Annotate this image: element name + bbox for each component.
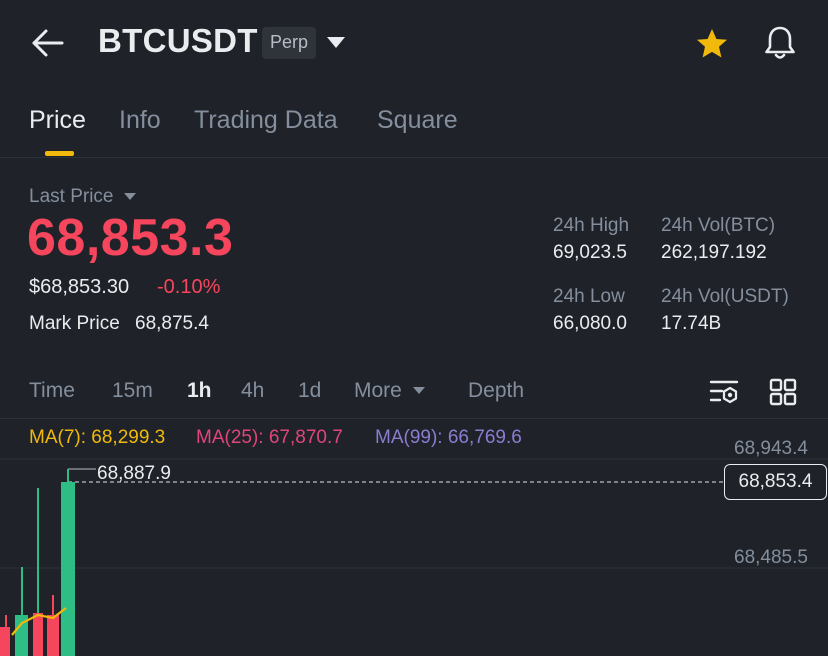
interval-15m[interactable]: 15m xyxy=(112,379,153,403)
caret-down-icon xyxy=(412,387,425,395)
candle-high-marker: 68,887.9 xyxy=(97,463,171,484)
tab-trading-data[interactable]: Trading Data xyxy=(194,106,338,135)
last-price-value: 68,853.3 xyxy=(27,209,234,267)
candle-bullish xyxy=(61,482,75,656)
interval-divider xyxy=(0,418,828,419)
tab-price[interactable]: Price xyxy=(29,106,86,135)
favorite-button[interactable] xyxy=(694,26,730,62)
interval-4h[interactable]: 4h xyxy=(241,379,264,403)
ma25-value: MA(25): 67,870.7 xyxy=(196,427,343,448)
arrow-left-icon xyxy=(32,29,64,57)
depth-chart-tab[interactable]: Depth xyxy=(468,379,524,403)
grid-icon xyxy=(769,378,797,406)
candle-bearish xyxy=(0,627,10,656)
caret-down-icon xyxy=(123,192,136,200)
ma99-value: MA(99): 66,769.6 xyxy=(375,427,522,448)
symbol-title[interactable]: BTCUSDT xyxy=(98,22,258,60)
active-tab-indicator xyxy=(45,151,74,156)
24h-high-label: 24h High xyxy=(553,215,630,236)
24h-low-label: 24h Low xyxy=(553,286,625,307)
24h-high-value: 69,023.5 xyxy=(553,242,627,263)
back-button[interactable] xyxy=(28,26,68,60)
24h-vol-btc-value: 262,197.192 xyxy=(661,242,767,263)
24h-vol-usdt-value: 17.74B xyxy=(661,313,722,334)
price-alert-button[interactable] xyxy=(762,24,798,62)
24h-vol-btc-label: 24h Vol(BTC) xyxy=(661,215,776,236)
24h-vol-usdt-label: 24h Vol(USDT) xyxy=(661,286,789,307)
interval-1d[interactable]: 1d xyxy=(298,379,321,403)
ma7-value: MA(7): 68,299.3 xyxy=(29,427,166,448)
candlestick-chart[interactable] xyxy=(0,455,828,656)
mark-price-value: 68,875.4 xyxy=(135,313,209,334)
candle-bearish xyxy=(47,615,59,656)
tabs-divider xyxy=(0,157,828,158)
24h-low-value: 66,080.0 xyxy=(553,313,627,334)
usd-price-value: $68,853.30 xyxy=(29,276,130,298)
caret-down-icon xyxy=(327,37,345,48)
mark-price-label: Mark Price xyxy=(29,313,120,334)
layout-toggle-button[interactable] xyxy=(768,377,798,407)
candle-bearish xyxy=(33,613,43,656)
interval-more-label: More xyxy=(354,379,402,402)
price-change-percent: -0.10% xyxy=(157,276,221,298)
tab-square[interactable]: Square xyxy=(377,106,458,135)
star-icon xyxy=(697,29,727,58)
tab-info[interactable]: Info xyxy=(119,106,161,135)
interval-more[interactable]: More xyxy=(354,379,426,403)
interval-1h[interactable]: 1h xyxy=(187,379,212,403)
last-price-label: Last Price xyxy=(29,186,114,207)
chart-settings-icon xyxy=(709,380,739,404)
symbol-dropdown-button[interactable] xyxy=(325,34,347,50)
current-price-tag: 68,853.4 xyxy=(724,464,827,500)
contract-type-badge: Perp xyxy=(262,27,317,59)
bell-icon xyxy=(765,26,795,59)
last-price-selector[interactable]: Last Price xyxy=(29,186,137,208)
indicator-settings-button[interactable] xyxy=(708,376,740,408)
interval-time[interactable]: Time xyxy=(29,379,75,403)
price-axis-top: 68,943.4 xyxy=(734,438,808,459)
price-axis-mid: 68,485.5 xyxy=(734,547,808,568)
